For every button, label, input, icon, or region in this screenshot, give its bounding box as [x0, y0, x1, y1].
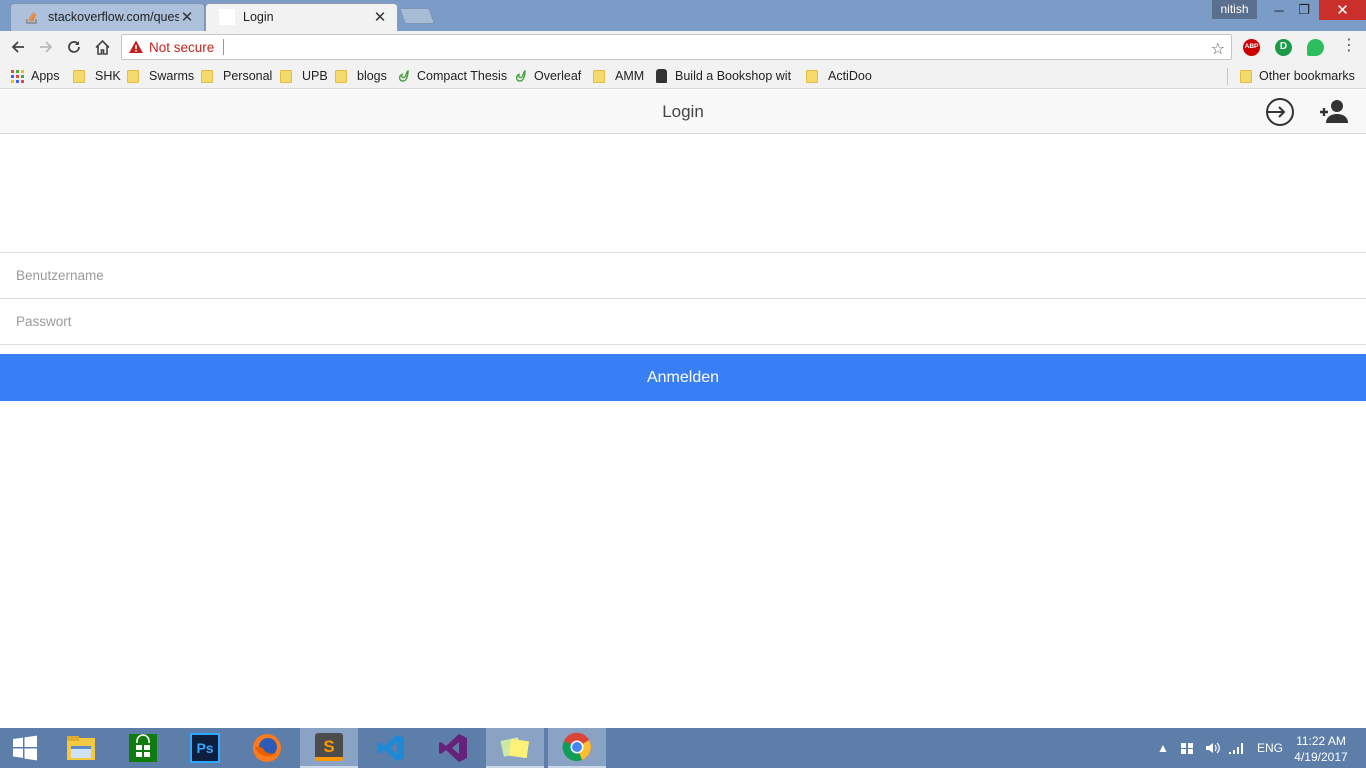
chrome-button[interactable]	[548, 728, 606, 768]
visual-studio-icon	[439, 734, 467, 762]
username-item	[0, 253, 1366, 299]
bookmark-other-bookmarks[interactable]: Other bookmarks	[1240, 67, 1355, 85]
bookmark-overleaf[interactable]: Overleaf	[514, 67, 581, 85]
bookmarks-separator	[1227, 68, 1228, 85]
back-button[interactable]	[7, 36, 29, 58]
network-icon[interactable]	[1180, 728, 1194, 768]
password-input[interactable]	[16, 299, 1346, 344]
tab-title: stackoverflow.com/quest	[48, 10, 179, 24]
bookmark-shk[interactable]: SHK	[73, 67, 121, 85]
firefox-button[interactable]	[238, 728, 296, 768]
login-button[interactable]: Anmelden	[0, 354, 1366, 401]
new-tab-button[interactable]	[399, 8, 435, 24]
overleaf-icon	[515, 70, 526, 82]
stackoverflow-icon	[24, 9, 40, 25]
file-explorer-button[interactable]	[52, 728, 110, 768]
arrow-right-icon	[40, 41, 53, 53]
home-icon	[94, 39, 110, 55]
address-bar[interactable]: Not secure ☆	[121, 34, 1232, 60]
bookmark-build-a-bookshop[interactable]: Build a Bookshop with	[656, 67, 791, 85]
menu-kebab-icon[interactable]: ⋮	[1341, 37, 1357, 57]
show-hidden-icons[interactable]: ▲	[1157, 728, 1169, 768]
photoshop-icon: Ps	[190, 733, 220, 763]
browser-tabstrip: stackoverflow.com/quest ✕ Login ✕ nitish…	[0, 0, 1366, 31]
browser-toolbar: Not secure ☆ ABP D ⋮	[0, 31, 1366, 63]
evernote-icon[interactable]	[1307, 39, 1324, 56]
sticky-notes-icon	[500, 737, 530, 759]
sublime-text-button[interactable]: S	[300, 728, 358, 768]
language-indicator[interactable]: ENG	[1257, 728, 1283, 768]
app-header: Login	[0, 90, 1366, 134]
tab-title: Login	[243, 10, 274, 24]
wifi-signal-icon[interactable]	[1228, 728, 1244, 768]
folder-icon	[201, 69, 213, 83]
bookmark-upb[interactable]: UPB	[280, 67, 328, 85]
extension-d-icon[interactable]: D	[1275, 39, 1292, 56]
bookmark-amm[interactable]: AMM	[593, 67, 644, 85]
firefox-icon	[253, 734, 281, 762]
windows-taskbar: Ps S ▲ ENG 11:22 AM 4/19/2017	[0, 728, 1366, 768]
vscode-button[interactable]	[362, 728, 420, 768]
adblock-plus-icon[interactable]: ABP	[1243, 39, 1260, 56]
folder-icon	[806, 69, 818, 83]
tab-login[interactable]: Login ✕	[205, 3, 398, 31]
folder-icon	[280, 69, 292, 83]
vscode-icon	[377, 735, 404, 761]
clock-time: 11:22 AM	[1296, 734, 1346, 748]
warning-icon	[129, 40, 143, 53]
folder-icon	[1240, 69, 1252, 83]
file-explorer-icon	[67, 736, 95, 760]
folder-icon	[73, 69, 85, 83]
home-button[interactable]	[91, 36, 113, 58]
bookmarks-bar: Apps SHK Swarms Personal UPB blogs Compa…	[0, 63, 1366, 89]
store-button[interactable]	[114, 728, 172, 768]
reload-icon	[68, 41, 80, 53]
sign-in-icon[interactable]	[1264, 96, 1296, 128]
visual-studio-button[interactable]	[424, 728, 482, 768]
clock-date: 4/19/2017	[1294, 750, 1348, 764]
reload-button[interactable]	[63, 36, 85, 58]
close-tab-icon[interactable]: ✕	[372, 8, 388, 26]
bookmark-blogs[interactable]: blogs	[335, 67, 387, 85]
blank-page-icon	[219, 9, 235, 25]
folder-icon	[593, 69, 605, 83]
sticky-notes-button[interactable]	[486, 728, 544, 768]
forward-button[interactable]	[35, 36, 57, 58]
apps-grid-icon	[11, 69, 24, 83]
chrome-icon	[562, 732, 591, 762]
folder-icon	[127, 69, 139, 83]
add-user-icon[interactable]	[1318, 96, 1350, 128]
windows-logo-icon	[13, 735, 37, 761]
bookmark-compact-thesis[interactable]: Compact Thesis	[397, 67, 507, 85]
close-window-button[interactable]: ✕	[1319, 0, 1366, 20]
close-tab-icon[interactable]: ✕	[179, 8, 195, 26]
volume-icon[interactable]	[1205, 728, 1221, 768]
photoshop-button[interactable]: Ps	[176, 728, 234, 768]
bookshop-icon	[656, 69, 667, 83]
bookmark-personal[interactable]: Personal	[201, 67, 272, 85]
tab-stackoverflow[interactable]: stackoverflow.com/quest ✕	[10, 3, 205, 31]
address-separator	[223, 39, 225, 55]
store-icon	[129, 734, 157, 762]
start-button[interactable]	[0, 728, 50, 768]
page-title: Login	[662, 102, 704, 121]
clock[interactable]: 11:22 AM 4/19/2017	[1290, 733, 1352, 765]
password-item	[0, 299, 1366, 345]
profile-button[interactable]: nitish	[1212, 0, 1257, 19]
overleaf-icon	[398, 70, 409, 82]
restore-button[interactable]: ❐	[1289, 0, 1319, 20]
folder-icon	[335, 69, 347, 83]
bookmark-swarms[interactable]: Swarms	[127, 67, 194, 85]
arrow-left-icon	[11, 41, 24, 53]
bookmark-actidoo[interactable]: ActiDoo	[806, 67, 872, 85]
sublime-text-icon: S	[315, 733, 343, 761]
bookmark-star-icon[interactable]: ☆	[1211, 39, 1225, 59]
username-input[interactable]	[16, 253, 1346, 298]
bookmark-apps[interactable]: Apps	[11, 67, 60, 85]
security-label[interactable]: Not secure	[149, 40, 214, 55]
